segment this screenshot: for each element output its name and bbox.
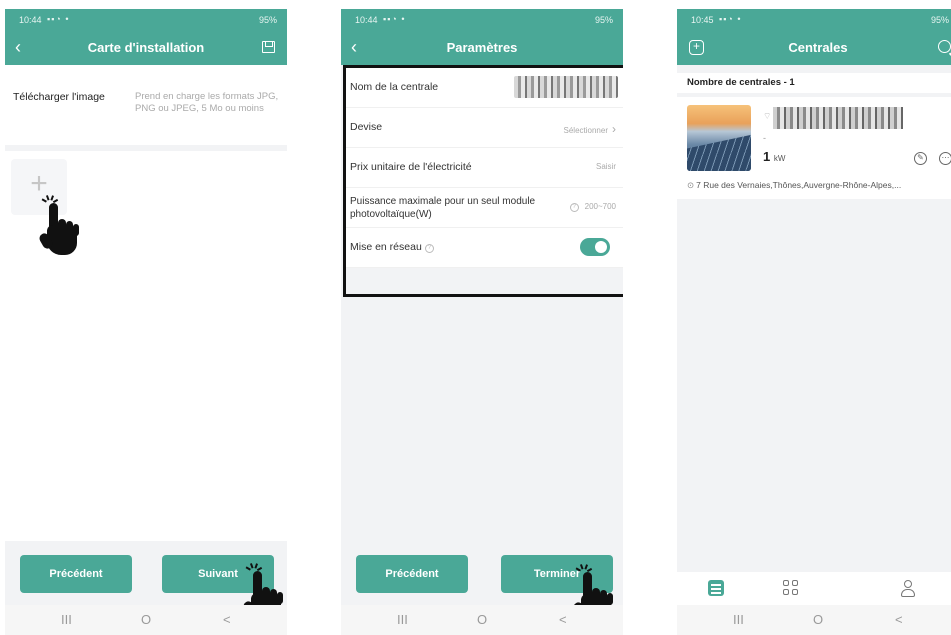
plant-name-label: Nom de la centrale <box>350 81 439 93</box>
plant-thumbnail <box>687 105 751 171</box>
currency-value: Sélectionner <box>563 126 608 135</box>
plant-power: 1 kW <box>763 149 785 164</box>
grid-connection-text: Mise en réseau <box>350 241 422 253</box>
max-power-row[interactable]: Puissance maximale pour un seul module p… <box>346 188 623 228</box>
notification-icons: ▪▪◔ • <box>383 14 406 24</box>
page-title: Carte d'installation <box>87 40 205 55</box>
unit-price-label: Prix unitaire de l'électricité <box>350 161 472 173</box>
back-button[interactable]: < <box>223 612 231 627</box>
max-power-label: Puissance maximale pour un seul module p… <box>350 196 536 220</box>
offline-wifi-icon: ⌔ <box>763 111 772 121</box>
screen-plants-list: 10:45 ▪▪◔ • 95% + Centrales Nombre de ce… <box>677 9 951 635</box>
status-bar: 10:44 ▪▪◔ • 95% <box>5 9 287 31</box>
apps-grid-tab-icon[interactable] <box>783 580 799 596</box>
section-divider <box>5 145 287 151</box>
notification-icons: ▪▪◔ • <box>47 14 70 24</box>
previous-button[interactable]: Précédent <box>20 555 132 593</box>
app-bar: ‹ Paramètres <box>341 31 623 65</box>
back-button[interactable]: < <box>895 612 903 627</box>
android-nav-bar: III O < <box>341 605 623 635</box>
status-time: 10:44 <box>355 15 378 25</box>
location-pin-icon: ⊙ <box>687 180 695 190</box>
chevron-right-icon: › <box>612 122 616 136</box>
page-title: Centrales <box>788 40 848 55</box>
recent-apps-button[interactable]: III <box>733 612 744 627</box>
battery-level: 95% <box>594 15 613 25</box>
battery-level: 95% <box>258 15 277 25</box>
search-icon[interactable] <box>938 40 951 53</box>
status-time: 10:44 <box>19 15 42 25</box>
status-time: 10:45 <box>691 15 714 25</box>
currency-row[interactable]: Devise Sélectionner › <box>346 108 623 148</box>
plant-status: - <box>763 133 766 143</box>
currency-select[interactable]: Sélectionner › <box>564 122 616 136</box>
max-power-input[interactable]: ? 200~700 <box>567 202 616 212</box>
plant-name-field[interactable] <box>514 76 618 98</box>
android-nav-bar: III O < <box>5 605 287 635</box>
plant-count-label: Nombre de centrales - 1 <box>687 77 795 88</box>
back-button[interactable]: < <box>559 612 567 627</box>
status-bar: 10:44 ▪▪◔ • 95% <box>341 9 623 31</box>
address-text: 7 Rue des Vernaies,Thônes,Auvergne-Rhône… <box>696 180 902 190</box>
unit-price-input[interactable]: Saisir <box>596 162 616 171</box>
bottom-tab-bar <box>677 572 951 605</box>
more-icon[interactable]: ⋯ <box>939 152 951 165</box>
recent-apps-button[interactable]: III <box>61 612 72 627</box>
home-button[interactable]: O <box>813 612 823 627</box>
plant-name-redacted <box>773 107 903 129</box>
power-unit: kW <box>773 154 786 163</box>
app-bar: ‹ Carte d'installation <box>5 31 287 65</box>
plant-card[interactable]: ⌔ - 1 kW ✎ ⋯ ⊙ 7 Rue des Vernaies,Thônes,… <box>677 97 951 199</box>
android-nav-bar: III O < <box>677 605 951 635</box>
screen-parameters: 10:44 ▪▪◔ • 95% ‹ Paramètres Nom de la c… <box>341 9 623 635</box>
edit-icon[interactable]: ✎ <box>914 152 927 165</box>
upload-format-hint: Prend en charge les formats JPG, PNG ou … <box>135 91 279 114</box>
info-icon: ? <box>424 244 434 253</box>
hand-pointer-icon <box>37 203 81 259</box>
grid-connection-row: Mise en réseau? <box>346 228 623 268</box>
user-tab-icon[interactable] <box>900 580 916 597</box>
home-button[interactable]: O <box>477 612 487 627</box>
status-bar: 10:45 ▪▪◔ • 95% <box>677 9 951 31</box>
save-icon[interactable] <box>262 41 275 53</box>
unit-price-row[interactable]: Prix unitaire de l'électricité Saisir <box>346 148 623 188</box>
grid-connection-label: Mise en réseau? <box>350 241 434 253</box>
app-bar: + Centrales <box>677 31 951 65</box>
plant-count-row: Nombre de centrales - 1 <box>677 73 951 93</box>
max-power-placeholder: 200~700 <box>584 202 616 211</box>
previous-button[interactable]: Précédent <box>356 555 468 593</box>
plant-name-row[interactable]: Nom de la centrale <box>346 68 623 108</box>
notification-icons: ▪▪◔ • <box>719 14 742 24</box>
screen-install-map: 10:44 ▪▪◔ • 95% ‹ Carte d'installation T… <box>5 9 287 635</box>
info-icon: ? <box>569 203 579 212</box>
currency-label: Devise <box>350 121 383 133</box>
page-title: Paramètres <box>446 40 518 55</box>
power-value: 1 <box>763 149 771 164</box>
parameters-form: Nom de la centrale Devise Sélectionner › … <box>343 65 623 297</box>
battery-level: 95% <box>930 15 949 25</box>
grid-connection-toggle[interactable] <box>580 238 610 256</box>
plant-address: ⊙ 7 Rue des Vernaies,Thônes,Auvergne-Rhôn… <box>687 180 901 191</box>
recent-apps-button[interactable]: III <box>397 612 408 627</box>
home-button[interactable]: O <box>141 612 151 627</box>
plants-list-tab-icon[interactable] <box>708 580 724 596</box>
upload-image-row: Télécharger l'image Prend en charge les … <box>5 75 287 145</box>
upload-image-label: Télécharger l'image <box>13 91 105 103</box>
